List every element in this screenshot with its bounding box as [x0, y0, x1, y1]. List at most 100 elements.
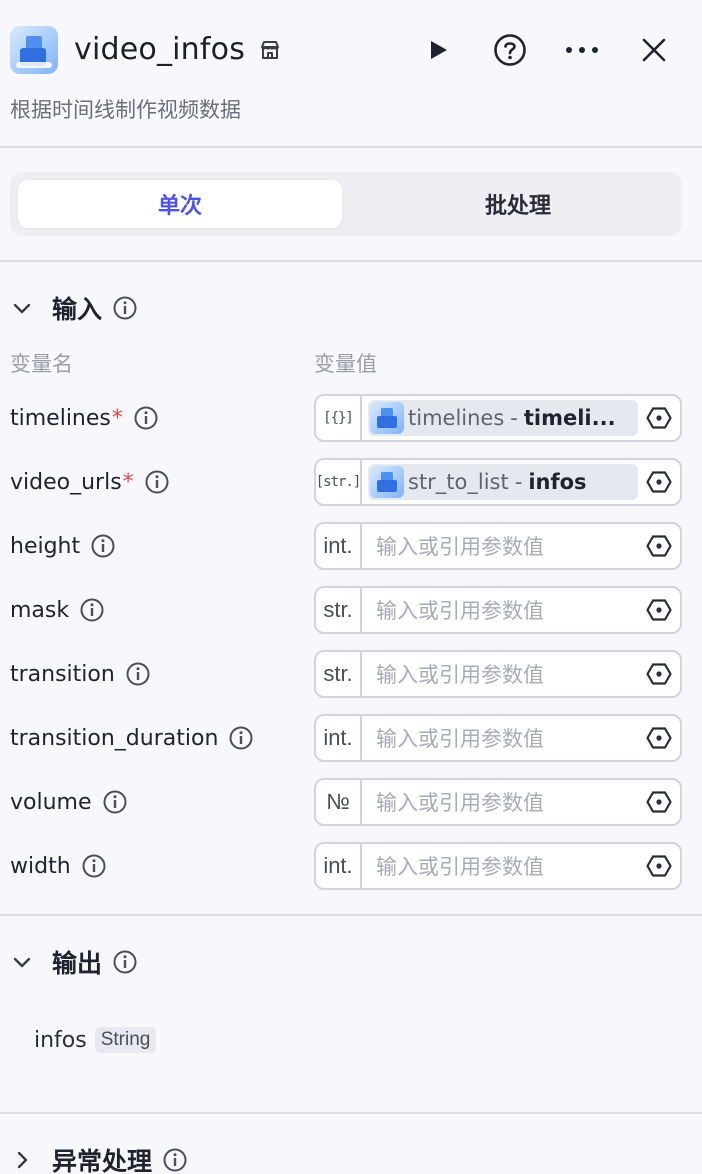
help-icon	[494, 34, 526, 66]
param-name: timelines *	[10, 394, 159, 442]
param-row-mask: mask str. 输入或引用参数值	[0, 586, 702, 634]
param-name: volume	[10, 778, 128, 826]
info-icon[interactable]	[162, 1147, 188, 1173]
divider	[0, 1112, 702, 1114]
param-value-field[interactable]: int. 输入或引用参数值	[314, 842, 682, 890]
variable-select-icon[interactable]	[646, 405, 672, 431]
param-value-field[interactable]: int. 输入或引用参数值	[314, 714, 682, 762]
info-icon[interactable]	[144, 469, 170, 495]
variable-select-icon[interactable]	[646, 725, 672, 751]
param-row-width: width int. 输入或引用参数值	[0, 842, 702, 890]
panel-header: video_infos 根据时间线制作视频数据	[0, 0, 702, 148]
param-name: mask	[10, 586, 105, 634]
variable-select-icon[interactable]	[646, 853, 672, 879]
close-button[interactable]	[634, 30, 674, 70]
info-icon[interactable]	[112, 295, 138, 321]
output-section-title: 输出	[52, 949, 103, 978]
ref-node-name: str_to_list	[408, 470, 509, 494]
mode-segmented-control: 单次 批处理	[10, 172, 682, 236]
store-icon[interactable]	[258, 38, 282, 62]
param-value-field[interactable]: str. 输入或引用参数值	[314, 586, 682, 634]
type-badge: str.	[316, 652, 362, 696]
node-logo	[370, 402, 404, 434]
column-header-name: 变量名	[10, 352, 73, 376]
param-name: video_urls *	[10, 458, 170, 506]
type-badge: int.	[316, 716, 362, 760]
param-value-field[interactable]: [{}] timelines - timeli...	[314, 394, 682, 442]
ref-variable-name: infos	[528, 470, 587, 494]
param-name: width	[10, 842, 107, 890]
info-icon[interactable]	[102, 789, 128, 815]
plugin-logo	[10, 26, 58, 74]
node-config-panel: video_infos 根据时间线制作视频数据 单次 批处理 输入 变量名 变量…	[0, 0, 702, 1174]
node-title[interactable]: video_infos	[74, 30, 245, 70]
output-section-toggle[interactable]: 输出	[10, 944, 138, 980]
divider	[0, 260, 702, 262]
param-row-timelines: timelines * [{}] timelines - timeli...	[0, 394, 702, 442]
chevron-right-icon	[17, 1151, 28, 1169]
input-section-title: 输入	[52, 295, 103, 324]
info-icon[interactable]	[112, 949, 138, 975]
variable-select-icon[interactable]	[646, 789, 672, 815]
info-icon[interactable]	[81, 853, 107, 879]
info-icon[interactable]	[90, 533, 116, 559]
value-input[interactable]: 输入或引用参数值	[376, 844, 544, 888]
param-value-field[interactable]: str. 输入或引用参数值	[314, 650, 682, 698]
divider	[0, 914, 702, 916]
param-value-field[interactable]: int. 输入或引用参数值	[314, 522, 682, 570]
help-button[interactable]	[490, 30, 530, 70]
variable-select-icon[interactable]	[646, 469, 672, 495]
type-badge: [{}]	[316, 396, 362, 440]
type-badge: str.	[316, 588, 362, 632]
value-input[interactable]: 输入或引用参数值	[376, 652, 544, 696]
info-icon[interactable]	[133, 405, 159, 431]
type-badge: №	[316, 780, 362, 824]
output-name: infos	[34, 1027, 87, 1053]
param-row-height: height int. 输入或引用参数值	[0, 522, 702, 570]
node-description: 根据时间线制作视频数据	[10, 98, 241, 122]
required-mark: *	[111, 405, 123, 431]
ref-node-name: timelines	[408, 406, 505, 430]
variable-select-icon[interactable]	[646, 597, 672, 623]
param-row-volume: volume № 输入或引用参数值	[0, 778, 702, 826]
reference-chip[interactable]: str_to_list - infos	[368, 464, 638, 500]
tab-single[interactable]: 单次	[18, 180, 342, 228]
param-row-transition: transition str. 输入或引用参数值	[0, 650, 702, 698]
chevron-down-icon	[13, 957, 31, 968]
variable-select-icon[interactable]	[646, 533, 672, 559]
type-badge: int.	[316, 524, 362, 568]
reference-chip[interactable]: timelines - timeli...	[368, 400, 638, 436]
required-mark: *	[122, 469, 134, 495]
value-input[interactable]: 输入或引用参数值	[376, 716, 544, 760]
param-value-field[interactable]: [str.] str_to_list - infos	[314, 458, 682, 506]
tab-batch[interactable]: 批处理	[356, 180, 680, 228]
node-logo	[370, 466, 404, 498]
output-item: infos String	[34, 1024, 157, 1056]
type-badge: [str.]	[316, 460, 362, 504]
param-name: transition_duration	[10, 714, 254, 762]
column-header-value: 变量值	[314, 352, 377, 376]
info-icon[interactable]	[125, 661, 151, 687]
input-section-toggle[interactable]: 输入	[10, 290, 138, 326]
value-input[interactable]: 输入或引用参数值	[376, 588, 544, 632]
param-name: height	[10, 522, 116, 570]
param-value-field[interactable]: № 输入或引用参数值	[314, 778, 682, 826]
param-name: transition	[10, 650, 151, 698]
param-row-transition-duration: transition_duration int. 输入或引用参数值	[0, 714, 702, 762]
chevron-down-icon	[13, 303, 31, 314]
error-handling-section-toggle[interactable]: 异常处理	[10, 1142, 188, 1174]
param-row-video-urls: video_urls * [str.] str_to_list - infos	[0, 458, 702, 506]
info-icon[interactable]	[79, 597, 105, 623]
type-badge: int.	[316, 844, 362, 888]
error-handling-section-title: 异常处理	[52, 1147, 153, 1174]
value-input[interactable]: 输入或引用参数值	[376, 524, 544, 568]
more-button[interactable]	[562, 30, 602, 70]
ref-variable-name: timeli...	[523, 406, 616, 430]
close-icon	[642, 38, 666, 62]
value-input[interactable]: 输入或引用参数值	[376, 780, 544, 824]
more-icon	[566, 47, 598, 53]
run-icon	[431, 41, 447, 59]
variable-select-icon[interactable]	[646, 661, 672, 687]
info-icon[interactable]	[228, 725, 254, 751]
run-button[interactable]	[418, 30, 458, 70]
